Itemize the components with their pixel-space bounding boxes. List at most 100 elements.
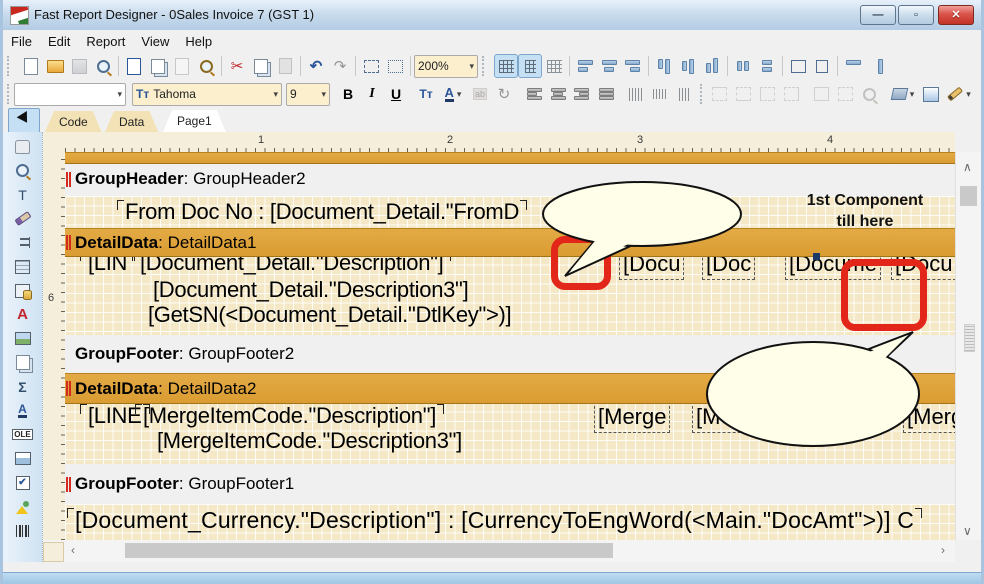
toolbar-grip[interactable] [700, 84, 702, 104]
text-align-middle-button[interactable] [648, 82, 672, 106]
paste-button[interactable] [273, 54, 297, 78]
text-object[interactable]: [Document_Detail."Description"] [140, 255, 443, 276]
font-color-button[interactable]: Tт [414, 82, 438, 106]
horizontal-scrollbar[interactable]: ‹ › [43, 540, 955, 562]
delete-page-button[interactable] [170, 54, 194, 78]
save-report-button[interactable] [67, 54, 91, 78]
scroll-right-icon[interactable]: › [941, 543, 945, 557]
font-size-combobox[interactable]: 9 ▾ [286, 83, 330, 106]
insert-line-button[interactable]: A [12, 401, 34, 420]
same-height-button[interactable] [865, 54, 889, 78]
selection-handle[interactable] [813, 253, 820, 260]
align-text-center-button[interactable] [546, 82, 570, 106]
toolbar-grip[interactable] [7, 56, 14, 76]
detaildata1-content[interactable]: [LIN [Document_Detail."Description"] [Do… [65, 255, 955, 335]
group-button[interactable] [359, 54, 383, 78]
new-page-button[interactable] [122, 54, 146, 78]
frame-all-button[interactable] [809, 82, 833, 106]
condition-button[interactable]: ab [468, 82, 492, 106]
insert-table-button[interactable] [12, 257, 34, 276]
minimize-button[interactable]: — [860, 5, 896, 25]
text-editor-tool-button[interactable]: T [12, 185, 34, 204]
align-lefts-button[interactable] [573, 54, 597, 78]
page-settings-button[interactable] [194, 54, 218, 78]
select-tool-button[interactable] [8, 108, 40, 133]
cut-button[interactable]: ✂ [225, 54, 249, 78]
insert-checkbox-button[interactable]: ✔ [12, 473, 34, 492]
tab-data[interactable]: Data [105, 111, 158, 132]
bold-button[interactable]: B [336, 82, 360, 106]
highlight-color-button[interactable]: A▾ [438, 82, 468, 106]
space-vertically-button[interactable] [755, 54, 779, 78]
hand-tool-button[interactable] [12, 137, 34, 156]
zoom-tool-button[interactable] [12, 161, 34, 180]
align-text-right-button[interactable] [570, 82, 594, 106]
preview-button[interactable] [91, 54, 115, 78]
menu-edit[interactable]: Edit [40, 32, 78, 51]
zoom-combobox[interactable]: 200% ▾ [414, 55, 478, 78]
frame-bottom-button[interactable] [731, 82, 755, 106]
insert-richtext-button[interactable]: A [12, 305, 34, 324]
frame-edit-button[interactable] [857, 82, 881, 106]
italic-button[interactable]: I [360, 82, 384, 106]
frame-right-button[interactable] [779, 82, 803, 106]
band-bar-partial[interactable] [65, 152, 955, 164]
menu-view[interactable]: View [133, 32, 177, 51]
scroll-grip[interactable] [964, 324, 975, 352]
toolbar-grip[interactable] [7, 84, 9, 104]
same-width-button[interactable] [841, 54, 865, 78]
horizontal-scroll-thumb[interactable] [125, 543, 613, 558]
align-to-grid-button[interactable] [518, 54, 542, 78]
fill-style-button[interactable] [919, 82, 943, 106]
center-vertically-button[interactable] [810, 54, 834, 78]
ungroup-button[interactable] [383, 54, 407, 78]
tab-code[interactable]: Code [45, 111, 102, 132]
vertical-scrollbar[interactable]: ∧ ∨ [955, 152, 982, 540]
fill-color-button[interactable]: ▾ [887, 82, 919, 106]
style-combobox[interactable]: ▾ [14, 83, 126, 106]
frame-top-button[interactable] [707, 82, 731, 106]
text-object[interactable]: [Document_Currency."Description"] : [Cur… [75, 507, 914, 533]
underline-button[interactable]: U [384, 82, 408, 106]
insert-sum-button[interactable]: Σ [12, 377, 34, 396]
insert-subreport-button[interactable] [12, 353, 34, 372]
text-object[interactable]: [MergeItemCode."Description"] [143, 403, 436, 429]
undo-button[interactable]: ↶ [304, 54, 328, 78]
toolbar-grip[interactable] [482, 56, 489, 76]
scroll-down-icon[interactable]: ∨ [963, 524, 972, 538]
insert-ole-button[interactable]: OLE [12, 425, 34, 444]
font-name-combobox[interactable]: Tт Tahoma ▾ [132, 83, 282, 106]
align-centers-button[interactable] [597, 54, 621, 78]
frame-none-button[interactable] [833, 82, 857, 106]
insert-picture-button[interactable] [12, 329, 34, 348]
design-canvas[interactable]: GroupHeader: GroupHeader2 From Doc No : … [65, 152, 955, 540]
align-middles-button[interactable] [676, 54, 700, 78]
band-title-detaildata1[interactable]: DetailData: DetailData1 [65, 228, 955, 257]
text-object[interactable]: [Document_Detail."Description3"] [153, 277, 468, 303]
copy-button[interactable] [249, 54, 273, 78]
text-object[interactable]: [LIN [88, 255, 127, 276]
band-title-groupfooter1[interactable]: GroupFooter: GroupFooter1 [65, 464, 955, 504]
close-button[interactable]: ✕ [938, 5, 974, 25]
new-report-button[interactable] [19, 54, 43, 78]
text-object[interactable]: [Merge [598, 405, 666, 429]
center-horizontally-button[interactable] [786, 54, 810, 78]
insert-barcode-button[interactable] [12, 521, 34, 540]
align-tops-button[interactable] [652, 54, 676, 78]
align-bottoms-button[interactable] [700, 54, 724, 78]
text-object[interactable]: [GetSN(<Document_Detail."DtlKey">)] [148, 302, 511, 328]
vertical-scroll-thumb[interactable] [960, 186, 977, 206]
menu-report[interactable]: Report [78, 32, 133, 51]
insert-band-button[interactable] [12, 233, 34, 252]
insert-shape-button[interactable] [12, 449, 34, 468]
line-color-button[interactable]: ▾ [943, 82, 975, 106]
align-text-left-button[interactable] [522, 82, 546, 106]
insert-dialog-control-button[interactable] [12, 497, 34, 516]
text-align-top-button[interactable] [624, 82, 648, 106]
line-style-button[interactable] [975, 82, 984, 106]
tab-page1[interactable]: Page1 [163, 110, 226, 132]
format-painter-button[interactable] [12, 209, 34, 228]
redo-button[interactable]: ↷ [328, 54, 352, 78]
rotate-button[interactable]: ↻ [492, 82, 516, 106]
align-rights-button[interactable] [621, 54, 645, 78]
